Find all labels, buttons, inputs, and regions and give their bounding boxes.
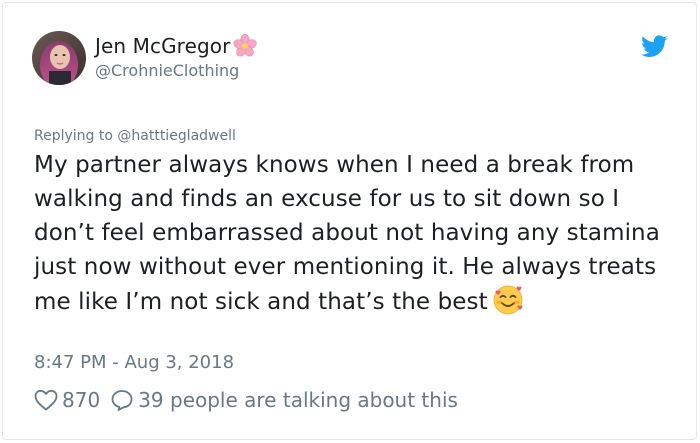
reply-context: Replying to @hatttiegladwell: [34, 127, 236, 145]
tweet-card: Jen McGregor @CrohnieClothing Replying t…: [0, 0, 700, 443]
like-button[interactable]: 870: [34, 386, 100, 414]
tweet-actions: 870 39 people are talking about this: [34, 386, 458, 414]
speech-bubble-icon: [111, 390, 133, 411]
smiling-face-with-hearts-icon: [493, 285, 523, 315]
reply-prefix: Replying to: [34, 128, 113, 144]
avatar-image: [32, 31, 86, 85]
talking-text: 39 people are talking about this: [138, 388, 458, 412]
talking-link[interactable]: 39 people are talking about this: [110, 386, 458, 414]
author-display-name[interactable]: Jen McGregor: [95, 33, 230, 59]
like-count: 870: [62, 388, 101, 412]
author-handle[interactable]: @CrohnieClothing: [95, 60, 239, 82]
tweet-text: My partner always knows when I need a br…: [34, 148, 674, 319]
twitter-bird-icon[interactable]: [641, 35, 668, 58]
reply-to-mention[interactable]: @hatttiegladwell: [117, 128, 236, 144]
tweet-timestamp[interactable]: 8:47 PM - Aug 3, 2018: [34, 350, 234, 376]
tweet-body: My partner always knows when I need a br…: [34, 152, 660, 315]
heart-icon: [34, 389, 58, 411]
avatar[interactable]: [32, 31, 86, 85]
cherry-blossom-icon: [233, 34, 258, 57]
author-name-row[interactable]: Jen McGregor: [95, 33, 258, 59]
